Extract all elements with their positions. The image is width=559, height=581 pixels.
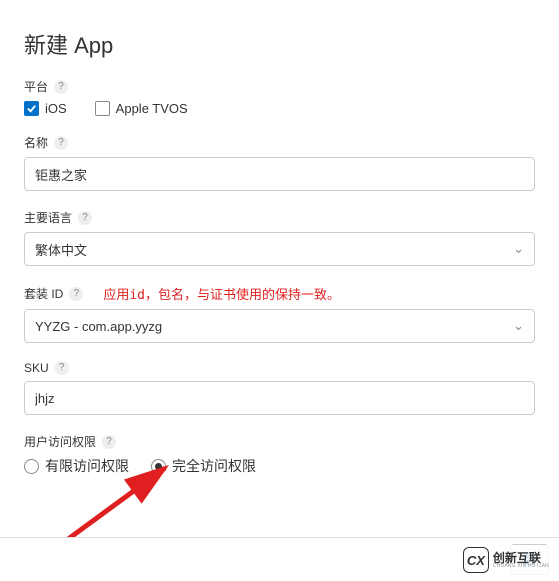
watermark-en: CHUANG XIN HU LIAN (493, 564, 549, 569)
language-section: 主要语言 ? 繁体中文 ⌄ (24, 209, 535, 266)
platform-tvos-label: Apple TVOS (116, 101, 188, 116)
platform-ios-checkbox[interactable]: iOS (24, 101, 67, 116)
bundle-note: 应用id，包名，与证书使用的保持一致。 (103, 284, 340, 303)
bundle-label: 套装 ID (24, 285, 63, 302)
help-icon[interactable]: ? (102, 435, 116, 449)
bundle-select[interactable]: YYZG - com.app.yyzg ⌄ (24, 309, 535, 343)
sku-input[interactable] (24, 381, 535, 415)
radio-icon (151, 459, 166, 474)
watermark-cn: 创新互联 (493, 552, 549, 564)
platform-tvos-checkbox[interactable]: Apple TVOS (95, 101, 188, 116)
checkbox-icon (24, 101, 39, 116)
access-section: 用户访问权限 ? 有限访问权限 完全访问权限 (24, 433, 535, 476)
sku-section: SKU ? (24, 361, 535, 415)
help-icon[interactable]: ? (54, 136, 68, 150)
platform-label: 平台 (24, 78, 48, 95)
language-label: 主要语言 (24, 209, 72, 226)
platform-ios-label: iOS (45, 101, 67, 116)
name-input[interactable] (24, 157, 535, 191)
help-icon[interactable]: ? (55, 361, 69, 375)
name-section: 名称 ? (24, 134, 535, 191)
watermark: CX 创新互联 CHUANG XIN HU LIAN (459, 545, 553, 575)
access-full-radio[interactable]: 完全访问权限 (151, 456, 256, 476)
sku-label: SKU (24, 361, 49, 375)
language-value: 繁体中文 (35, 240, 87, 259)
access-label: 用户访问权限 (24, 433, 96, 450)
page-title: 新建 App (24, 28, 535, 60)
watermark-logo-icon: CX (463, 547, 489, 573)
name-label: 名称 (24, 134, 48, 151)
help-icon[interactable]: ? (78, 211, 92, 225)
radio-icon (24, 459, 39, 474)
help-icon[interactable]: ? (54, 80, 68, 94)
help-icon[interactable]: ? (69, 287, 83, 301)
platform-section: 平台 ? iOS Apple TVOS (24, 78, 535, 116)
access-limited-radio[interactable]: 有限访问权限 (24, 456, 129, 476)
bundle-section: 套装 ID ? 应用id，包名，与证书使用的保持一致。 YYZG - com.a… (24, 284, 535, 343)
chevron-down-icon: ⌄ (513, 318, 524, 334)
access-full-label: 完全访问权限 (172, 456, 256, 476)
access-limited-label: 有限访问权限 (45, 456, 129, 476)
bundle-value: YYZG - com.app.yyzg (35, 319, 162, 334)
chevron-down-icon: ⌄ (513, 241, 524, 257)
language-select[interactable]: 繁体中文 ⌄ (24, 232, 535, 266)
checkbox-icon (95, 101, 110, 116)
